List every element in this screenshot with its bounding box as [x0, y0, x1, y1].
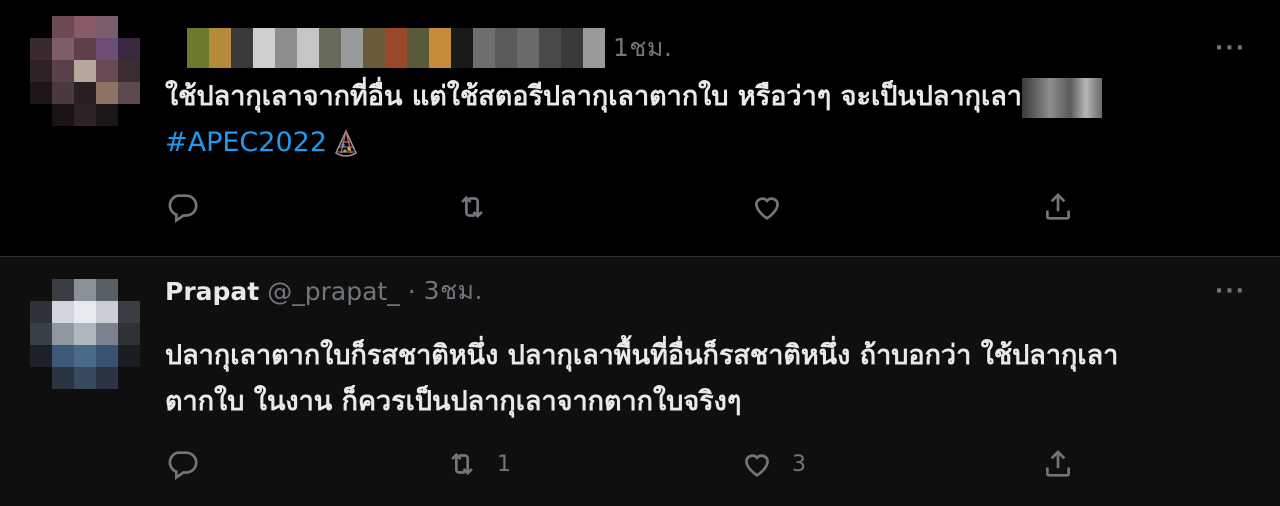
author-handle[interactable]: @_prapat_: [267, 277, 399, 306]
avatar[interactable]: [30, 279, 140, 389]
timestamp[interactable]: 1ชม.: [613, 28, 672, 68]
tweet-reply[interactable]: Prapat @_prapat_ · 3ชม. ··· ปลากุเลาตากใ…: [0, 257, 1280, 506]
more-icon[interactable]: ···: [1215, 36, 1246, 61]
retweet-icon: [451, 452, 473, 476]
tweet[interactable]: 1ชม. ··· ใช้ปลากุเลาจากที่อื่น แต่ใช้สตอ…: [0, 0, 1280, 256]
share-button[interactable]: [1041, 447, 1075, 481]
tweet-text-line: ปลากุเลาตากใบก็รสชาติหนึ่ง ปลากุเลาพื้นท…: [165, 340, 1119, 371]
tweet-text-line: ใช้ปลากุเลาจากที่อื่น แต่ใช้สตอรีปลากุเล…: [165, 81, 1022, 112]
timestamp[interactable]: 3ชม.: [424, 271, 483, 311]
heart-icon: [755, 197, 779, 220]
reply-button[interactable]: [165, 447, 217, 481]
retweet-icon: [461, 195, 483, 219]
tweet-text: ใช้ปลากุเลาจากที่อื่น แต่ใช้สตอรีปลากุเล…: [165, 74, 1102, 166]
avatar[interactable]: [30, 16, 140, 126]
retweet-count: 1: [497, 451, 511, 477]
hashtag-link[interactable]: #APEC2022: [165, 127, 327, 158]
more-icon[interactable]: ···: [1215, 279, 1246, 304]
share-icon: [1046, 450, 1070, 477]
share-button[interactable]: [1041, 190, 1075, 224]
like-button[interactable]: 3: [740, 447, 806, 481]
apec-emoji-icon: [335, 128, 357, 157]
tweet-text-line: ตากใบ ในงาน ก็ควรเป็นปลากุเลาจากตากใบจริ…: [165, 386, 742, 417]
heart-icon: [745, 454, 769, 477]
tweet-text: ปลากุเลาตากใบก็รสชาติหนึ่ง ปลากุเลาพื้นท…: [165, 333, 1118, 425]
retweet-button[interactable]: [455, 190, 507, 224]
like-button[interactable]: [750, 190, 802, 224]
reply-icon: [168, 451, 198, 481]
separator-dot: ·: [407, 276, 416, 306]
tweet-actions: 1 3: [165, 447, 1085, 487]
redacted-text: [1021, 77, 1102, 118]
tweet-header: 1ชม.: [165, 28, 672, 68]
tweet-header: Prapat @_prapat_ · 3ชม.: [165, 271, 483, 311]
retweet-button[interactable]: 1: [445, 447, 511, 481]
author-name-redacted: [165, 28, 605, 68]
tweet-actions: [165, 190, 1085, 230]
reply-button[interactable]: [165, 190, 217, 224]
author-name[interactable]: Prapat: [165, 277, 259, 306]
share-icon: [1046, 193, 1070, 220]
reply-icon: [168, 194, 198, 224]
like-count: 3: [792, 451, 806, 477]
